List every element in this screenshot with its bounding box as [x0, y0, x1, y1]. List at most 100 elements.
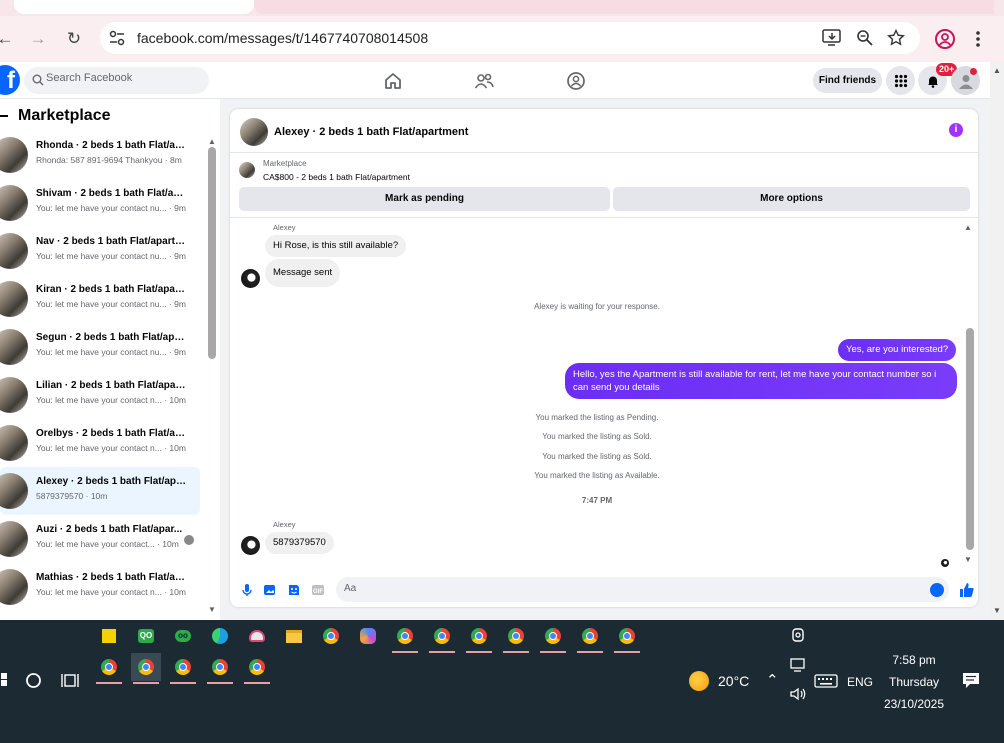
thread-scroll-down-icon[interactable]: ▼: [964, 555, 972, 564]
chrome-window[interactable]: [501, 622, 531, 653]
message-input[interactable]: [344, 583, 904, 594]
friends-icon[interactable]: [473, 70, 495, 92]
forward-icon[interactable]: →: [25, 26, 51, 52]
file-explorer-app[interactable]: [279, 622, 309, 650]
page-scroll-up-icon[interactable]: ▲: [993, 66, 1001, 75]
inbox-scrollbar[interactable]: [208, 147, 216, 359]
paint-app[interactable]: [242, 622, 272, 650]
emoji-icon[interactable]: [930, 583, 944, 597]
install-app-icon[interactable]: [822, 29, 842, 47]
thread-scroll-up-icon[interactable]: ▲: [964, 223, 972, 232]
scroll-up-arrow-icon[interactable]: ▲: [208, 137, 216, 146]
conversation-item[interactable]: Kiran · 2 beds 1 bath Flat/apart... You: …: [0, 275, 206, 323]
edge-app[interactable]: [205, 622, 235, 650]
notification-center-icon[interactable]: [962, 672, 980, 689]
thread-scrollbar[interactable]: [966, 328, 974, 550]
tray-chevron-icon[interactable]: ⌃: [766, 671, 779, 689]
sticker-icon[interactable]: [287, 583, 301, 597]
clock-day[interactable]: Thursday: [870, 675, 958, 689]
back-icon[interactable]: ←: [0, 26, 18, 52]
message-input-box[interactable]: [336, 577, 949, 602]
conversation-item[interactable]: Mathias · 2 beds 1 bath Flat/ap... You: l…: [0, 563, 206, 611]
zoom-icon[interactable]: [856, 29, 874, 47]
profile-icon[interactable]: [934, 28, 956, 50]
find-friends-button[interactable]: Find friends: [813, 68, 882, 93]
listing-summary[interactable]: Marketplace CA$800 - 2 beds 1 bath Flat/…: [230, 154, 978, 188]
incoming-message[interactable]: 5879379570: [265, 532, 334, 554]
reload-icon[interactable]: ↻: [61, 26, 87, 52]
facebook-search[interactable]: [24, 67, 209, 94]
chrome-window[interactable]: [390, 622, 420, 653]
chrome-window[interactable]: [575, 622, 605, 653]
incoming-message[interactable]: Message sent: [265, 259, 341, 287]
scroll-down-arrow-icon[interactable]: ▼: [208, 605, 216, 614]
chrome-icon: [175, 659, 191, 675]
sticky-notes-app[interactable]: [94, 622, 124, 650]
microphone-icon[interactable]: [240, 583, 254, 597]
conversation-item[interactable]: Nav · 2 beds 1 bath Flat/apartm... You: l…: [0, 227, 206, 275]
conversation-item[interactable]: Lilian · 2 beds 1 bath Flat/apart... You:…: [0, 371, 206, 419]
info-icon[interactable]: i: [949, 123, 963, 137]
browser-menu-icon[interactable]: [972, 28, 984, 50]
conversation-item-active[interactable]: Alexey · 2 beds 1 bath Flat/apar... 58793…: [0, 467, 200, 515]
url-text[interactable]: facebook.com/messages/t/1467740708014508: [137, 30, 428, 46]
windows-start-icon[interactable]: [0, 673, 8, 687]
outgoing-message[interactable]: Hello, yes the Apartment is still availa…: [565, 363, 957, 399]
thumbs-up-icon[interactable]: [958, 581, 976, 599]
gif-icon[interactable]: GIF: [311, 583, 325, 597]
browser-tab-active[interactable]: [14, 0, 254, 14]
clock-time[interactable]: 7:58 pm: [870, 653, 958, 667]
back-dash-icon[interactable]: [0, 114, 8, 117]
outgoing-message[interactable]: Yes, are you interested?: [838, 339, 957, 361]
chrome-window[interactable]: [242, 653, 272, 684]
conversation-item[interactable]: Segun · 2 beds 1 bath Flat/apar... You: l…: [0, 323, 206, 371]
search-circle-icon[interactable]: [25, 672, 42, 689]
listing-avatar: [0, 569, 28, 605]
chrome-window[interactable]: [538, 622, 568, 653]
incoming-message[interactable]: Hi Rose, is this still available?: [265, 235, 407, 257]
sender-avatar[interactable]: [241, 536, 260, 555]
chrome-window-active[interactable]: [131, 653, 161, 684]
listing-avatar: [0, 233, 28, 269]
conversation-item[interactable]: Auzi · 2 beds 1 bath Flat/apar... You: le…: [0, 515, 206, 563]
page-scrollbar[interactable]: ▲ ▼: [990, 62, 1004, 620]
temperature[interactable]: 20°C: [718, 673, 749, 689]
conversation-item[interactable]: Shivam · 2 beds 1 bath Flat/apa... You: l…: [0, 179, 206, 227]
photo-icon[interactable]: [263, 583, 277, 597]
menu-grid-button[interactable]: [886, 66, 915, 95]
groups-icon[interactable]: [565, 70, 587, 92]
conversation-item[interactable]: Orelbys · 2 beds 1 bath Flat/apa... You: …: [0, 419, 206, 467]
network-icon[interactable]: [790, 657, 806, 673]
search-input[interactable]: [46, 72, 196, 84]
listing-avatar: [0, 521, 28, 557]
conversation-item[interactable]: Rhonda · 2 beds 1 bath Flat/ap... Rhonda:…: [0, 131, 206, 179]
qq-app-2[interactable]: oo: [168, 622, 198, 650]
sender-avatar[interactable]: [241, 269, 260, 288]
marketplace-heading: Marketplace: [0, 107, 111, 125]
chrome-window[interactable]: [612, 622, 642, 653]
chrome-window[interactable]: [205, 653, 235, 684]
chrome-window[interactable]: [427, 622, 457, 653]
camera-tray-icon[interactable]: [790, 627, 806, 643]
site-info-icon[interactable]: [108, 29, 126, 47]
home-icon[interactable]: [382, 70, 404, 92]
volume-icon[interactable]: [789, 686, 807, 702]
qq-app[interactable]: QO: [131, 622, 161, 650]
mark-as-pending-button[interactable]: Mark as pending: [239, 187, 610, 211]
clock-date[interactable]: 23/10/2025: [870, 697, 958, 711]
keyboard-icon[interactable]: [814, 674, 838, 688]
more-options-button[interactable]: More options: [613, 187, 970, 211]
task-view-icon[interactable]: [61, 672, 79, 689]
page-scroll-down-icon[interactable]: ▼: [993, 606, 1001, 615]
address-bar[interactable]: facebook.com/messages/t/1467740708014508: [100, 22, 920, 54]
chrome-app[interactable]: [316, 622, 346, 650]
chrome-window[interactable]: [94, 653, 124, 684]
chrome-window[interactable]: [168, 653, 198, 684]
facebook-logo-icon[interactable]: f: [0, 65, 20, 95]
chat-avatar[interactable]: [240, 118, 268, 146]
copilot-app[interactable]: [353, 622, 383, 650]
bookmark-star-icon[interactable]: [887, 29, 905, 47]
chat-title[interactable]: Alexey · 2 beds 1 bath Flat/apartment: [274, 126, 468, 138]
weather-sun-icon[interactable]: [689, 671, 709, 691]
chrome-window[interactable]: [464, 622, 494, 653]
